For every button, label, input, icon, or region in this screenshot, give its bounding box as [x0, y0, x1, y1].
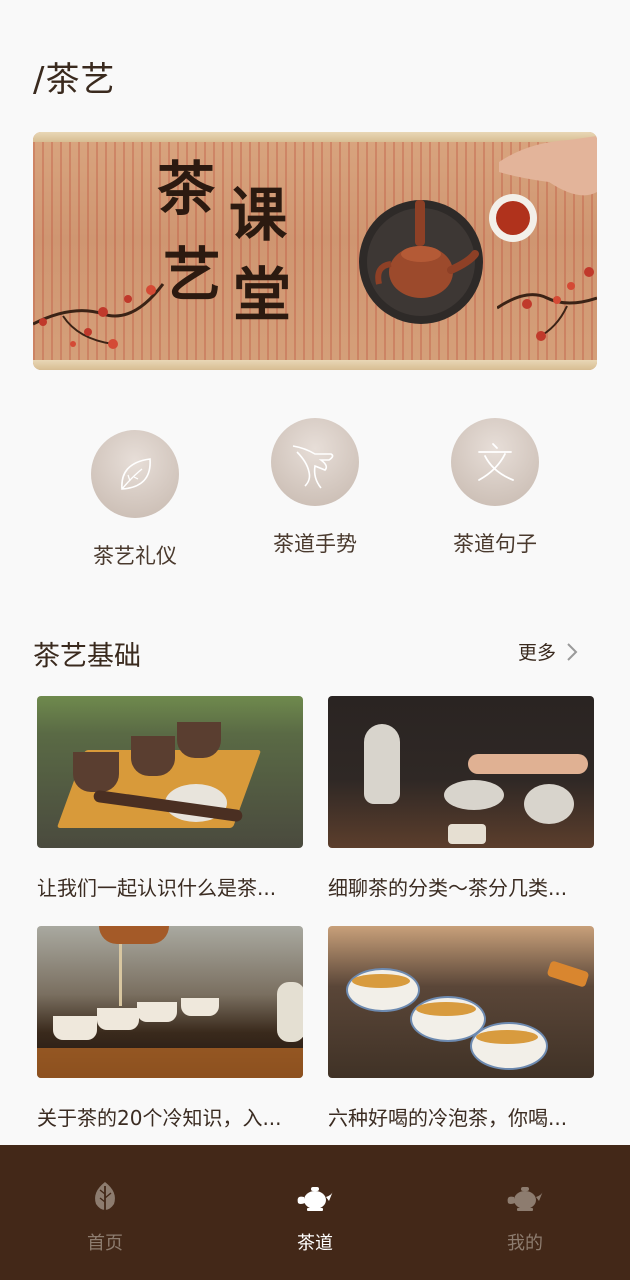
category-label: 茶道句子 — [453, 532, 537, 556]
tab-mine[interactable]: 我的 — [465, 1179, 585, 1255]
article-thumbnail — [328, 696, 594, 848]
article-card[interactable]: 关于茶的20个冷知识，入... — [37, 926, 303, 1131]
banner-char-2: 艺 — [163, 241, 222, 309]
banner-char-1: 茶 — [157, 155, 216, 223]
more-link[interactable]: 更多 — [518, 638, 578, 665]
tea-art-page: /茶艺 茶 艺 课 堂 茶艺礼仪 茶道手势 茶道句子 茶艺基础 更多 让我们一起… — [0, 0, 630, 1280]
tab-label: 首页 — [87, 1233, 123, 1254]
article-card[interactable]: 细聊茶的分类～茶分几类... — [328, 696, 594, 901]
tea-cup-hand-illustration — [489, 136, 597, 242]
article-thumbnail — [328, 926, 594, 1078]
leaf-icon — [91, 430, 179, 518]
tab-tea-way[interactable]: 茶道 — [255, 1179, 375, 1255]
section-title: 茶艺基础 — [33, 641, 141, 672]
category-gestures[interactable]: 茶道手势 — [245, 418, 385, 558]
teapot-icon — [465, 1179, 585, 1215]
article-title: 细聊茶的分类～茶分几类... — [328, 876, 568, 900]
tab-home[interactable]: 首页 — [45, 1179, 165, 1255]
hand-icon — [271, 418, 359, 506]
article-title: 让我们一起认识什么是茶... — [37, 876, 277, 900]
category-label: 茶道手势 — [273, 532, 357, 556]
article-thumbnail — [37, 926, 303, 1078]
category-row: 茶艺礼仪 茶道手势 茶道句子 — [0, 418, 630, 578]
tea-class-banner[interactable]: 茶 艺 课 堂 — [33, 132, 597, 370]
page-title: /茶艺 — [33, 60, 116, 100]
tab-label: 茶道 — [297, 1233, 333, 1254]
teapot-illustration — [359, 200, 483, 324]
article-title: 关于茶的20个冷知识，入... — [37, 1106, 282, 1130]
teapot-icon — [255, 1179, 375, 1215]
article-card[interactable]: 六种好喝的冷泡茶，你喝... — [328, 926, 594, 1131]
banner-char-3: 课 — [229, 181, 288, 249]
tab-label: 我的 — [507, 1233, 543, 1254]
category-sentences[interactable]: 茶道句子 — [425, 418, 565, 558]
article-title: 六种好喝的冷泡茶，你喝... — [328, 1106, 568, 1130]
chevron-right-icon — [567, 642, 578, 661]
more-label: 更多 — [518, 642, 557, 664]
text-icon — [451, 418, 539, 506]
article-thumbnail — [37, 696, 303, 848]
plum-branch-right-illustration — [497, 267, 597, 341]
plum-branch-left-illustration — [33, 283, 165, 349]
category-label: 茶艺礼仪 — [93, 544, 177, 568]
leaf-icon — [45, 1179, 165, 1215]
article-card[interactable]: 让我们一起认识什么是茶... — [37, 696, 303, 901]
bottom-tab-bar: 首页 茶道 我的 — [0, 1145, 630, 1280]
banner-char-4: 堂 — [233, 261, 292, 329]
category-etiquette[interactable]: 茶艺礼仪 — [65, 430, 205, 570]
